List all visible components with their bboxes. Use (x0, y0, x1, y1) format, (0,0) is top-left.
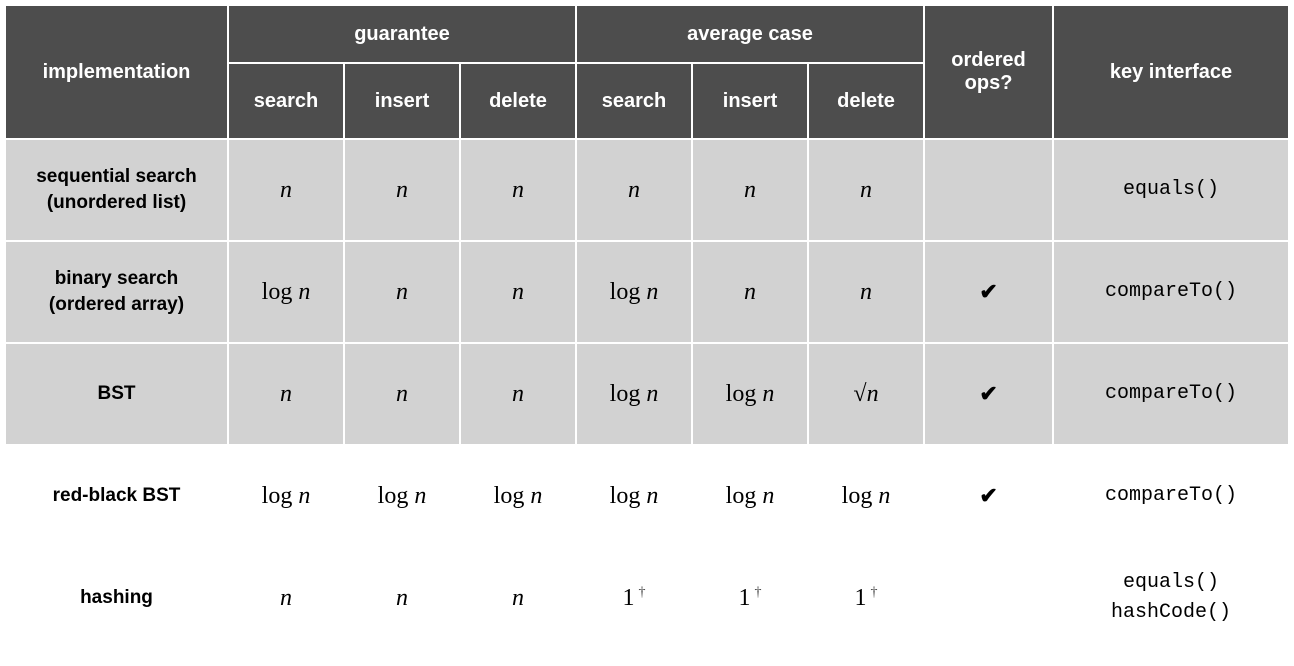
header-ordered-ops: ordered ops? (924, 5, 1053, 139)
cell-average-search: n (576, 139, 692, 241)
table-body: sequential search (unordered list) n n n… (5, 139, 1289, 649)
key-interface-line: equals() (1054, 568, 1288, 598)
impl-name: binary search (16, 266, 217, 292)
cell-average-delete: n (808, 139, 924, 241)
key-interface-line: equals() (1054, 175, 1288, 205)
cell-average-insert: log n (692, 343, 808, 445)
header-guarantee-search: search (228, 63, 344, 139)
header-average-delete: delete (808, 63, 924, 139)
cell-ordered-ops (924, 139, 1053, 241)
cell-guarantee-search: n (228, 139, 344, 241)
cell-average-insert: n (692, 139, 808, 241)
header-key-interface: key interface (1053, 5, 1289, 139)
cell-guarantee-insert: log n (344, 445, 460, 547)
table-row: sequential search (unordered list) n n n… (5, 139, 1289, 241)
table-row: red-black BST log n log n log n log n lo… (5, 445, 1289, 547)
cell-ordered-ops: ✔ (924, 241, 1053, 343)
cell-guarantee-insert: n (344, 139, 460, 241)
impl-cell: binary search (ordered array) (5, 241, 228, 343)
header-implementation: implementation (5, 5, 228, 139)
impl-cell: hashing (5, 547, 228, 649)
header-guarantee-delete: delete (460, 63, 576, 139)
cell-guarantee-delete: n (460, 547, 576, 649)
cell-key-interface: compareTo() (1053, 343, 1289, 445)
key-interface-line: hashCode() (1054, 598, 1288, 628)
cell-average-search: log n (576, 241, 692, 343)
cell-guarantee-insert: n (344, 343, 460, 445)
cell-key-interface: compareTo() (1053, 445, 1289, 547)
cell-average-search: log n (576, 445, 692, 547)
impl-sub: (ordered array) (16, 292, 217, 318)
cell-key-interface: equals() hashCode() (1053, 547, 1289, 649)
impl-name: BST (16, 381, 217, 407)
impl-cell: red-black BST (5, 445, 228, 547)
impl-name: sequential search (16, 164, 217, 190)
impl-name: red-black BST (16, 483, 217, 509)
cell-ordered-ops: ✔ (924, 445, 1053, 547)
cell-guarantee-search: log n (228, 241, 344, 343)
table-row: binary search (ordered array) log n n n … (5, 241, 1289, 343)
cell-guarantee-search: n (228, 547, 344, 649)
impl-cell: BST (5, 343, 228, 445)
cell-guarantee-delete: n (460, 139, 576, 241)
cell-guarantee-delete: log n (460, 445, 576, 547)
cell-average-insert: n (692, 241, 808, 343)
impl-sub: (unordered list) (16, 190, 217, 216)
cell-guarantee-search: n (228, 343, 344, 445)
cell-guarantee-search: log n (228, 445, 344, 547)
cell-average-insert: 1† (692, 547, 808, 649)
key-interface-line: compareTo() (1054, 379, 1288, 409)
cell-guarantee-insert: n (344, 241, 460, 343)
cell-average-delete: 1† (808, 547, 924, 649)
header-average-search: search (576, 63, 692, 139)
cell-average-search: 1† (576, 547, 692, 649)
table-row: BST n n n log n log n √n ✔ compareTo() (5, 343, 1289, 445)
cell-guarantee-insert: n (344, 547, 460, 649)
key-interface-line: compareTo() (1054, 277, 1288, 307)
key-interface-line: compareTo() (1054, 481, 1288, 511)
cell-average-delete: n (808, 241, 924, 343)
cell-ordered-ops (924, 547, 1053, 649)
cell-average-insert: log n (692, 445, 808, 547)
header-average-insert: insert (692, 63, 808, 139)
cell-average-delete: √n (808, 343, 924, 445)
header-average-case: average case (576, 5, 924, 63)
cell-average-delete: log n (808, 445, 924, 547)
header-guarantee-insert: insert (344, 63, 460, 139)
impl-name: hashing (16, 585, 217, 611)
cell-ordered-ops: ✔ (924, 343, 1053, 445)
complexity-table: implementation guarantee average case or… (4, 4, 1290, 650)
header-guarantee: guarantee (228, 5, 576, 63)
table-row: hashing n n n 1† 1† 1† equals() hashCode… (5, 547, 1289, 649)
cell-guarantee-delete: n (460, 241, 576, 343)
cell-average-search: log n (576, 343, 692, 445)
impl-cell: sequential search (unordered list) (5, 139, 228, 241)
cell-key-interface: equals() (1053, 139, 1289, 241)
cell-guarantee-delete: n (460, 343, 576, 445)
cell-key-interface: compareTo() (1053, 241, 1289, 343)
